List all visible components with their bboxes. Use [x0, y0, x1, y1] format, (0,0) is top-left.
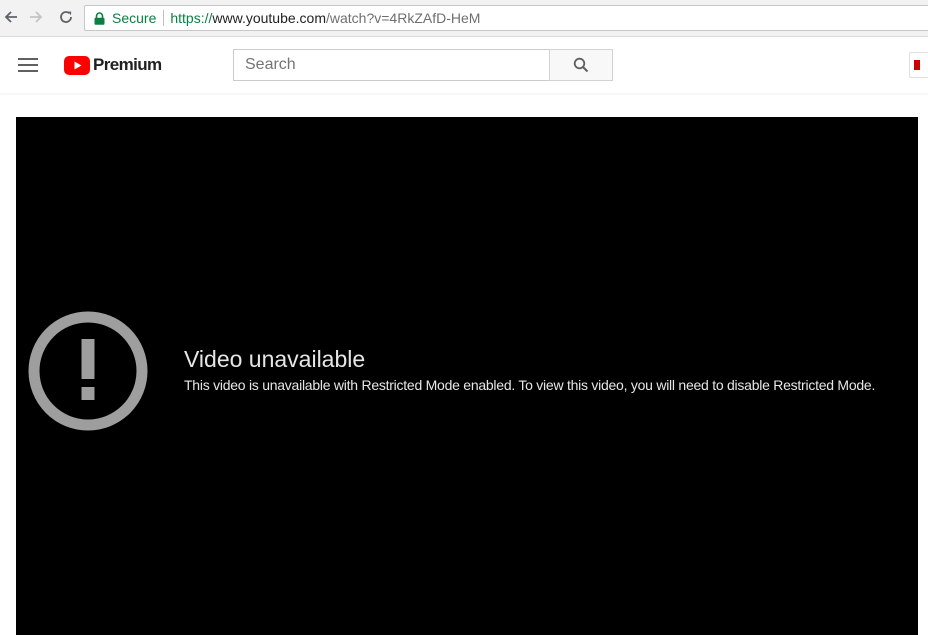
- hamburger-icon-bar: [18, 64, 38, 66]
- search-icon: [573, 57, 589, 73]
- logo-text: Premium: [93, 55, 162, 74]
- search-box: [233, 49, 613, 81]
- url-path: /watch?v=4RkZAfD-HeM: [326, 10, 481, 26]
- guide-menu-button[interactable]: [16, 55, 40, 75]
- url-scheme: https://: [170, 10, 213, 26]
- secure-label: Secure: [112, 10, 157, 26]
- youtube-premium-logo[interactable]: Premium: [64, 53, 162, 77]
- address-bar[interactable]: Secure https://www.youtube.com/watch?v=4…: [84, 5, 928, 31]
- error-message: This video is unavailable with Restricte…: [184, 377, 876, 393]
- sign-in-button-partial[interactable]: [909, 52, 928, 78]
- address-separator: [163, 10, 165, 26]
- search-button[interactable]: [549, 49, 613, 81]
- error-title: Video unavailable: [184, 346, 366, 372]
- back-arrow-icon: [4, 11, 17, 23]
- forward-arrow-icon: [30, 11, 43, 23]
- lock-icon: [94, 11, 105, 25]
- forward-button[interactable]: [25, 6, 47, 28]
- youtube-masthead: Premium: [0, 37, 928, 93]
- back-button[interactable]: [0, 6, 22, 28]
- reload-button[interactable]: [55, 6, 77, 28]
- sign-in-icon-partial: [914, 60, 920, 70]
- youtube-play-logo-icon: [64, 55, 90, 75]
- url-host: www.youtube.com: [212, 10, 326, 26]
- reload-icon: [60, 11, 72, 23]
- hamburger-icon-bar: [18, 58, 38, 60]
- video-player[interactable]: Video unavailable This video is unavaila…: [16, 117, 918, 635]
- hamburger-icon-bar: [18, 70, 38, 72]
- search-input[interactable]: [233, 49, 549, 81]
- error-exclamation-icon: [28, 311, 148, 431]
- browser-toolbar: Secure https://www.youtube.com/watch?v=4…: [0, 0, 928, 37]
